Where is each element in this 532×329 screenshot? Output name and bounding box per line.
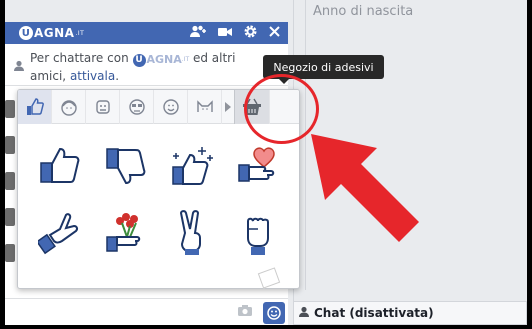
avatar[interactable] [5, 208, 15, 226]
chat-notice: Per chattare con U AGNA .IT ed altri amici… [5, 44, 288, 86]
smiley-icon [267, 306, 281, 320]
thumbs-up-sticker[interactable] [38, 143, 84, 189]
tab-cat[interactable] [188, 90, 222, 124]
notice-text: Per chattare con U AGNA .IT ed altri amici… [30, 51, 236, 83]
avatar[interactable] [5, 172, 15, 190]
avatar[interactable] [5, 100, 15, 118]
chat-header[interactable]: U AGNA .IT [5, 22, 288, 44]
girl-face-tab-icon [60, 100, 77, 116]
person-icon [298, 306, 310, 321]
tab-smiley[interactable] [154, 90, 188, 124]
birth-year-label: Anno di nascita [313, 4, 414, 19]
sparkle-thumbs-up-sticker[interactable] [170, 143, 216, 189]
robot-face-tab-icon [95, 100, 110, 114]
heart-hand-sticker[interactable] [236, 143, 282, 189]
activate-link[interactable]: attivala [70, 69, 115, 83]
peace-sign-sticker[interactable] [170, 209, 216, 255]
red-arrow-icon [311, 134, 419, 242]
sticker-grid [18, 125, 299, 288]
tab-robot-face[interactable] [86, 90, 120, 124]
person-icon [13, 60, 25, 72]
fist-sticker[interactable] [236, 209, 282, 255]
close-icon[interactable] [269, 26, 280, 42]
caret-right-icon [225, 102, 231, 112]
tab-girl-face[interactable] [52, 90, 86, 124]
avatar[interactable] [5, 136, 15, 154]
avatar-strip [5, 100, 17, 300]
avatar[interactable] [5, 244, 15, 262]
sticker-button[interactable] [263, 302, 285, 324]
tab-glasses-face[interactable] [120, 90, 154, 124]
tab-thumbs-up[interactable] [18, 90, 52, 124]
hang-loose-sticker[interactable] [36, 209, 84, 255]
chat-status-bar[interactable]: Chat (disattivata) [293, 301, 527, 325]
video-icon[interactable] [218, 26, 232, 42]
smiley-tab-icon [162, 99, 179, 115]
uagna-logo: U AGNA .IT [19, 25, 84, 41]
add-friend-icon[interactable] [190, 25, 206, 43]
uagna-logo-inline: U AGNA .IT [132, 52, 189, 68]
thumbs-down-sticker[interactable] [104, 143, 150, 189]
tabs-scroll-arrow[interactable] [222, 90, 234, 124]
glasses-face-tab-icon [128, 99, 145, 115]
chat-status-label: Chat (disattivata) [314, 306, 434, 320]
thumbs-up-tab-icon [26, 98, 44, 115]
cat-tab-icon [196, 100, 213, 112]
settings-icon[interactable] [244, 25, 257, 43]
flowers-hand-sticker[interactable] [104, 209, 150, 255]
chat-header-icons [190, 25, 280, 43]
camera-icon[interactable] [238, 305, 252, 320]
